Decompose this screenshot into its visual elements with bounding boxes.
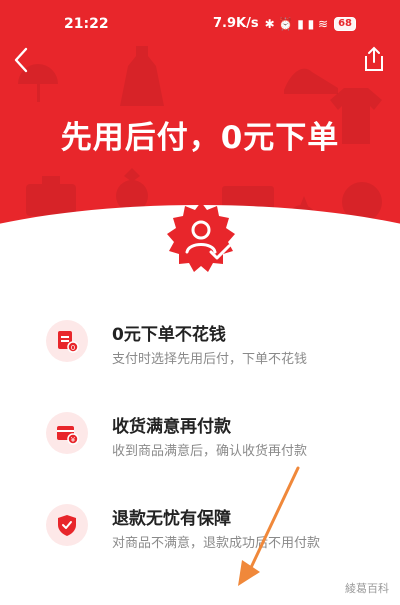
feature-desc: 对商品不满意，退款成功后不用付款 — [112, 536, 321, 551]
feature-item-pay-after: ¥ 收货满意再付款 收到商品满意后，确认收货再付款 — [0, 412, 400, 482]
page-title: 先用后付，0元下单 — [60, 120, 340, 156]
document-coin-icon: 0 — [46, 320, 88, 362]
share-icon[interactable] — [362, 46, 386, 72]
status-time: 21:22 — [64, 16, 109, 32]
dress-icon — [120, 46, 164, 106]
user-shield-badge-icon — [167, 202, 235, 272]
camera-icon — [26, 176, 76, 216]
feature-item-refund-guarantee: 退款无忧有保障 对商品不满意，退款成功后不用付款 — [0, 504, 400, 574]
feature-desc: 收到商品满意后，确认收货再付款 — [112, 444, 308, 459]
battery-icon: 68 — [334, 16, 356, 31]
feature-title: 退款无忧有保障 — [112, 509, 231, 529]
svg-text:¥: ¥ — [71, 436, 76, 444]
feature-title: 0元下单不花钱 — [112, 325, 226, 345]
network-speed: 7.9K/s — [212, 16, 259, 31]
status-icons: ✱ ⏰ ▮ ▮ ≋ — [264, 16, 329, 31]
chevron-left-icon[interactable] — [10, 46, 34, 74]
feature-desc: 支付时选择先用后付，下单不花钱 — [112, 352, 308, 367]
shield-check-icon — [46, 504, 88, 546]
feature-item-zero-down: 0 0元下单不花钱 支付时选择先用后付，下单不花钱 — [0, 320, 400, 390]
box-coin-icon: ¥ — [46, 412, 88, 454]
watermark: 綾葛百科 — [342, 579, 392, 597]
status-bar: 21:22 7.9K/s ✱ ⏰ ▮ ▮ ≋ 68 — [0, 0, 400, 40]
svg-text:0: 0 — [71, 344, 75, 352]
status-indicators: 7.9K/s ✱ ⏰ ▮ ▮ ≋ 68 — [213, 16, 356, 31]
feature-title: 收货满意再付款 — [112, 417, 231, 437]
